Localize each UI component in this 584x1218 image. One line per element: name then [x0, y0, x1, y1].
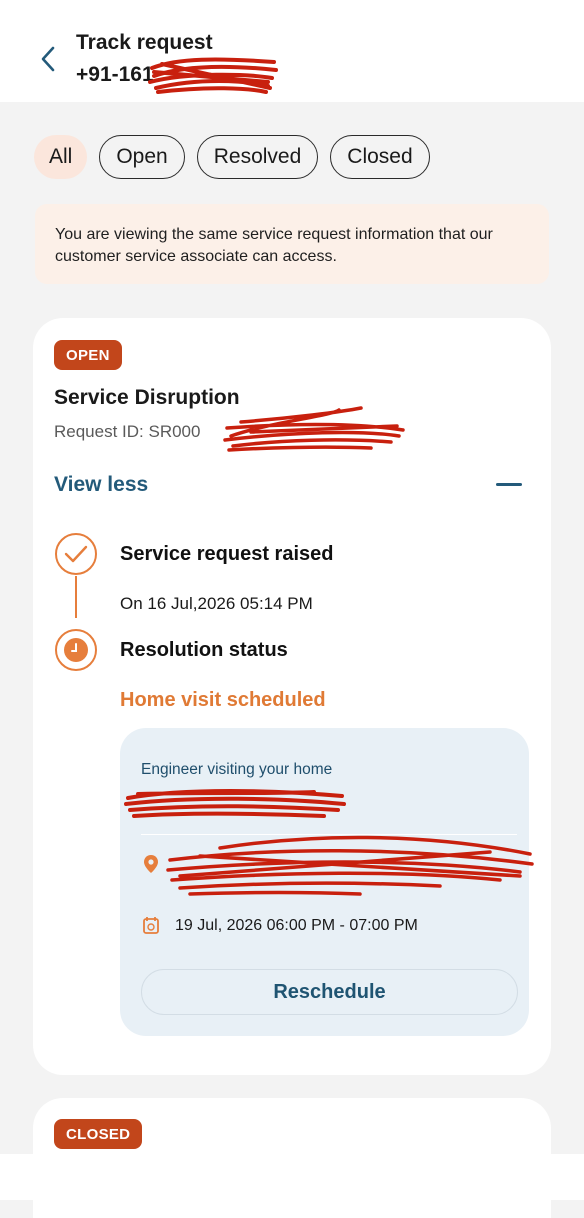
filter-chips: All Open Resolved Closed [34, 135, 430, 179]
request-id: Request ID: SR000 [54, 422, 201, 441]
filter-resolved[interactable]: Resolved [196, 135, 319, 179]
chevron-left-icon [41, 46, 55, 72]
status-badge-closed: CLOSED [54, 1119, 143, 1149]
view-less-toggle[interactable]: View less [54, 473, 148, 497]
step-raised-date: On 16 Jul,2026 05:14 PM [120, 594, 313, 613]
redaction-scribble [124, 789, 346, 818]
check-icon [64, 545, 88, 563]
back-button[interactable] [36, 44, 60, 74]
request-title: Service Disruption [54, 386, 240, 409]
redaction-scribble [223, 406, 405, 452]
filter-closed[interactable]: Closed [330, 135, 430, 179]
phone-number: +91-161 [76, 63, 154, 86]
visit-time-slot: 19 Jul, 2026 06:00 PM - 07:00 PM [175, 917, 418, 934]
calendar-icon [143, 917, 159, 934]
step-done-indicator [55, 533, 97, 575]
status-badge-open: OPEN [54, 340, 122, 370]
step-current-indicator [55, 629, 97, 671]
clock-icon [64, 638, 88, 662]
filter-closed-label: Closed [347, 145, 413, 168]
filter-open-label: Open [116, 145, 168, 168]
timeline-connector [75, 576, 77, 618]
home-visit-panel: Engineer visiting your home 19 Jul, 2026… [120, 728, 534, 1036]
info-notice: You are viewing the same service request… [35, 204, 549, 284]
reschedule-button[interactable]: Reschedule [141, 969, 518, 1015]
resolution-status-value: Home visit scheduled [120, 689, 326, 711]
app-header: Track request +91-161 [0, 0, 584, 102]
redaction-scribble [148, 57, 278, 94]
visit-label: Engineer visiting your home [141, 761, 333, 778]
location-pin-icon [144, 855, 158, 873]
step-raised-title: Service request raised [120, 543, 334, 565]
request-card: OPEN Service Disruption Request ID: SR00… [33, 318, 551, 1075]
step-resolution-title: Resolution status [120, 639, 288, 661]
filter-all-label: All [49, 145, 73, 168]
filter-open[interactable]: Open [99, 135, 185, 179]
redaction-scribble [166, 835, 534, 896]
minus-icon[interactable] [495, 470, 523, 498]
filter-all[interactable]: All [34, 135, 88, 179]
filter-resolved-label: Resolved [213, 145, 302, 168]
bottom-bar [0, 1154, 584, 1200]
